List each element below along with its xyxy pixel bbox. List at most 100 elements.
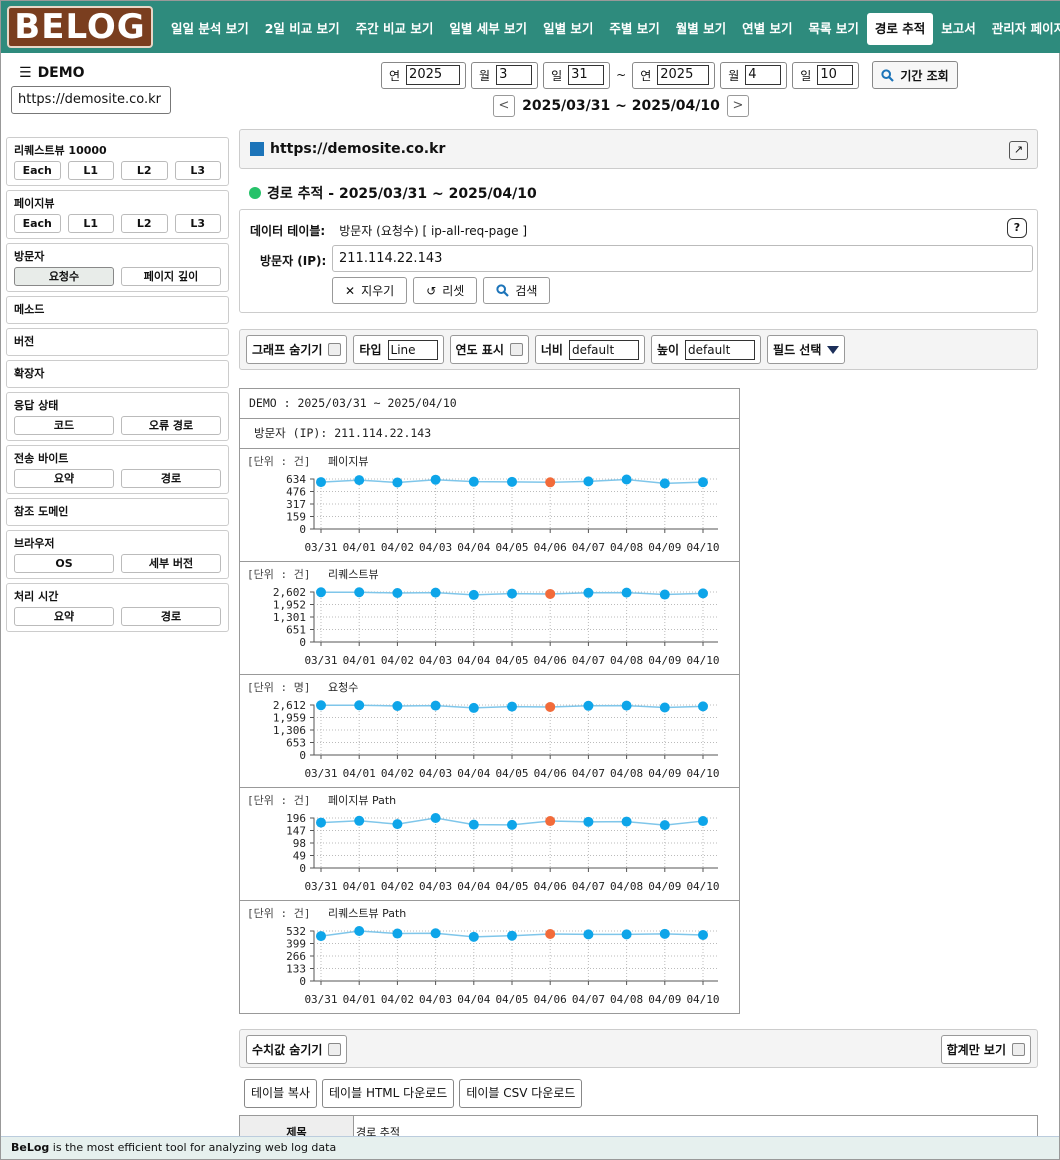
y-tick-label: 49: [293, 850, 306, 863]
nav-item-4[interactable]: 일별 보기: [535, 13, 601, 45]
copy-table-button[interactable]: 테이블 복사: [244, 1079, 318, 1108]
nav-item-5[interactable]: 주별 보기: [601, 13, 667, 45]
chart-unit-label: [단위 : 건]: [247, 568, 310, 581]
data-point: [659, 928, 670, 939]
next-range-button[interactable]: >: [727, 95, 749, 117]
x-tick-label: 04/10: [686, 767, 719, 780]
nav-item-8[interactable]: 목록 보기: [801, 13, 867, 45]
field-select-dropdown[interactable]: 필드 선택: [767, 335, 846, 364]
nav-item-0[interactable]: 일일 분석 보기: [163, 13, 257, 45]
year-show-toggle[interactable]: 연도 표시: [449, 335, 529, 364]
width-field[interactable]: 너비 default: [534, 335, 645, 364]
nav-item-1[interactable]: 2일 비교 보기: [257, 13, 348, 45]
sidebar-group-title[interactable]: 버전: [14, 333, 221, 349]
sidebar-button[interactable]: L3: [174, 214, 221, 233]
visitor-ip-input[interactable]: 211.114.22.143: [332, 245, 1033, 272]
sidebar-group: 방문자요청수 페이지 깊이: [6, 243, 229, 292]
y-tick-label: 159: [286, 511, 306, 524]
checkbox[interactable]: [509, 343, 523, 356]
sidebar-group-title[interactable]: 확장자: [14, 365, 221, 381]
nav-item-7[interactable]: 연별 보기: [734, 13, 800, 45]
sidebar-group-title[interactable]: 방문자: [14, 248, 221, 264]
line-chart: [단위 : 건] 리퀘스트뷰 0 651 1,301 1,952 2,602 03/31 04/…: [240, 562, 739, 675]
y-tick-label: 2,602: [273, 586, 306, 599]
sidebar-group-title[interactable]: 리퀘스트뷰 10000: [14, 142, 221, 158]
sidebar-button[interactable]: 요청수: [14, 267, 114, 286]
reset-button[interactable]: ↺ 리셋: [413, 277, 478, 304]
from-year-field[interactable]: 연 2025: [381, 61, 467, 89]
y-tick-label: 133: [286, 963, 306, 976]
checkbox[interactable]: [328, 343, 342, 356]
period-query-button[interactable]: 기간 조회: [872, 61, 958, 89]
chart-svg: [단위 : 건] 리퀘스트뷰 06511,3011,9522,602 03/31 04/…: [247, 568, 720, 667]
data-point: [468, 476, 479, 487]
data-point: [507, 819, 517, 830]
from-day-field[interactable]: 일 31: [543, 61, 611, 89]
site-url-field[interactable]: https://demosite.co.kr: [11, 86, 171, 114]
sidebar-group-title[interactable]: 처리 시간: [14, 588, 221, 604]
data-point: [430, 813, 441, 823]
sidebar-button[interactable]: 페이지 깊이: [121, 267, 221, 286]
sidebar-button[interactable]: L2: [121, 214, 168, 233]
sidebar-button[interactable]: L1: [67, 161, 114, 180]
nav-item-10[interactable]: 보고서: [933, 13, 984, 45]
prev-range-button[interactable]: <: [493, 95, 515, 117]
nav-item-3[interactable]: 일별 세부 보기: [441, 13, 535, 45]
sidebar-button[interactable]: 경로: [121, 607, 221, 626]
clear-button[interactable]: ✕ 지우기: [332, 277, 408, 304]
sidebar-button[interactable]: L3: [174, 161, 221, 180]
nav-item-9[interactable]: 경로 추적: [866, 13, 934, 45]
height-field[interactable]: 높이 default: [650, 335, 762, 364]
search-button[interactable]: 검색: [483, 277, 551, 304]
chart-panel-subtitle: 방문자 (IP): 211.114.22.143: [240, 419, 739, 449]
data-point: [659, 589, 670, 600]
data-point: [316, 700, 326, 711]
belog-logo[interactable]: BELOG: [7, 6, 153, 48]
sidebar-group-title[interactable]: 전송 바이트: [14, 450, 221, 466]
sidebar-button[interactable]: 요약: [14, 469, 114, 488]
help-button[interactable]: ?: [1007, 218, 1027, 238]
sidebar-button[interactable]: 경로: [121, 469, 221, 488]
to-day-field[interactable]: 일 10: [792, 61, 860, 89]
chart-panel: DEMO : 2025/03/31 ~ 2025/04/10 방문자 (IP):…: [239, 388, 740, 1014]
sidebar-group-title[interactable]: 브라우저: [14, 535, 221, 551]
site-title[interactable]: ☰ DEMO: [19, 65, 85, 81]
type-field[interactable]: 타입 Line: [353, 335, 444, 364]
sidebar-button[interactable]: Each: [14, 161, 61, 180]
sum-only-toggle[interactable]: 합계만 보기: [940, 1035, 1031, 1064]
sidebar-button[interactable]: OS: [14, 554, 114, 573]
html-download-button[interactable]: 테이블 HTML 다운로드: [322, 1079, 455, 1108]
hide-values-toggle[interactable]: 수치값 숨기기: [246, 1035, 348, 1064]
sidebar-button[interactable]: L1: [67, 214, 114, 233]
sidebar-button[interactable]: 코드: [14, 416, 114, 435]
sidebar-button[interactable]: 세부 버전: [121, 554, 221, 573]
checkbox[interactable]: [328, 1043, 342, 1056]
x-tick-label: 04/09: [648, 541, 681, 554]
sidebar-group-title[interactable]: 메소드: [14, 301, 221, 317]
sidebar-button[interactable]: 요약: [14, 607, 114, 626]
x-tick-label: 04/01: [343, 654, 376, 667]
hide-graph-toggle[interactable]: 그래프 숨기기: [246, 335, 348, 364]
sidebar-group-title[interactable]: 페이지뷰: [14, 195, 221, 211]
x-tick-label: 04/03: [419, 767, 452, 780]
to-year-field[interactable]: 연 2025: [632, 61, 716, 89]
from-month-field[interactable]: 월3: [471, 61, 539, 89]
nav-item-2[interactable]: 주간 비교 보기: [348, 13, 442, 45]
csv-download-button[interactable]: 테이블 CSV 다운로드: [459, 1079, 583, 1108]
sidebar-group-title[interactable]: 응답 상태: [14, 397, 221, 413]
nav-item-11[interactable]: 관리자 페이지: [984, 13, 1060, 45]
checkbox[interactable]: [1012, 1043, 1025, 1056]
menu-icon[interactable]: ☰: [19, 65, 32, 81]
x-tick-label: 04/03: [419, 880, 452, 893]
to-month-field[interactable]: 월4: [720, 61, 788, 89]
external-link-icon[interactable]: ↗: [1009, 141, 1028, 160]
sidebar-group-title[interactable]: 참조 도메인: [14, 503, 221, 519]
nav-item-6[interactable]: 월별 보기: [668, 13, 734, 45]
line-chart: [단위 : 건] 리퀘스트뷰 Path 0 133 266 399 532 03/31 04/0…: [240, 901, 739, 1014]
sidebar-button[interactable]: 오류 경로: [121, 416, 221, 435]
y-tick-label: 2,612: [273, 699, 306, 712]
sidebar-button[interactable]: L2: [121, 161, 168, 180]
sidebar-button[interactable]: Each: [14, 214, 61, 233]
x-tick-label: 04/03: [419, 541, 452, 554]
sidebar-group: 브라우저 OS 세부 버전: [6, 530, 229, 579]
